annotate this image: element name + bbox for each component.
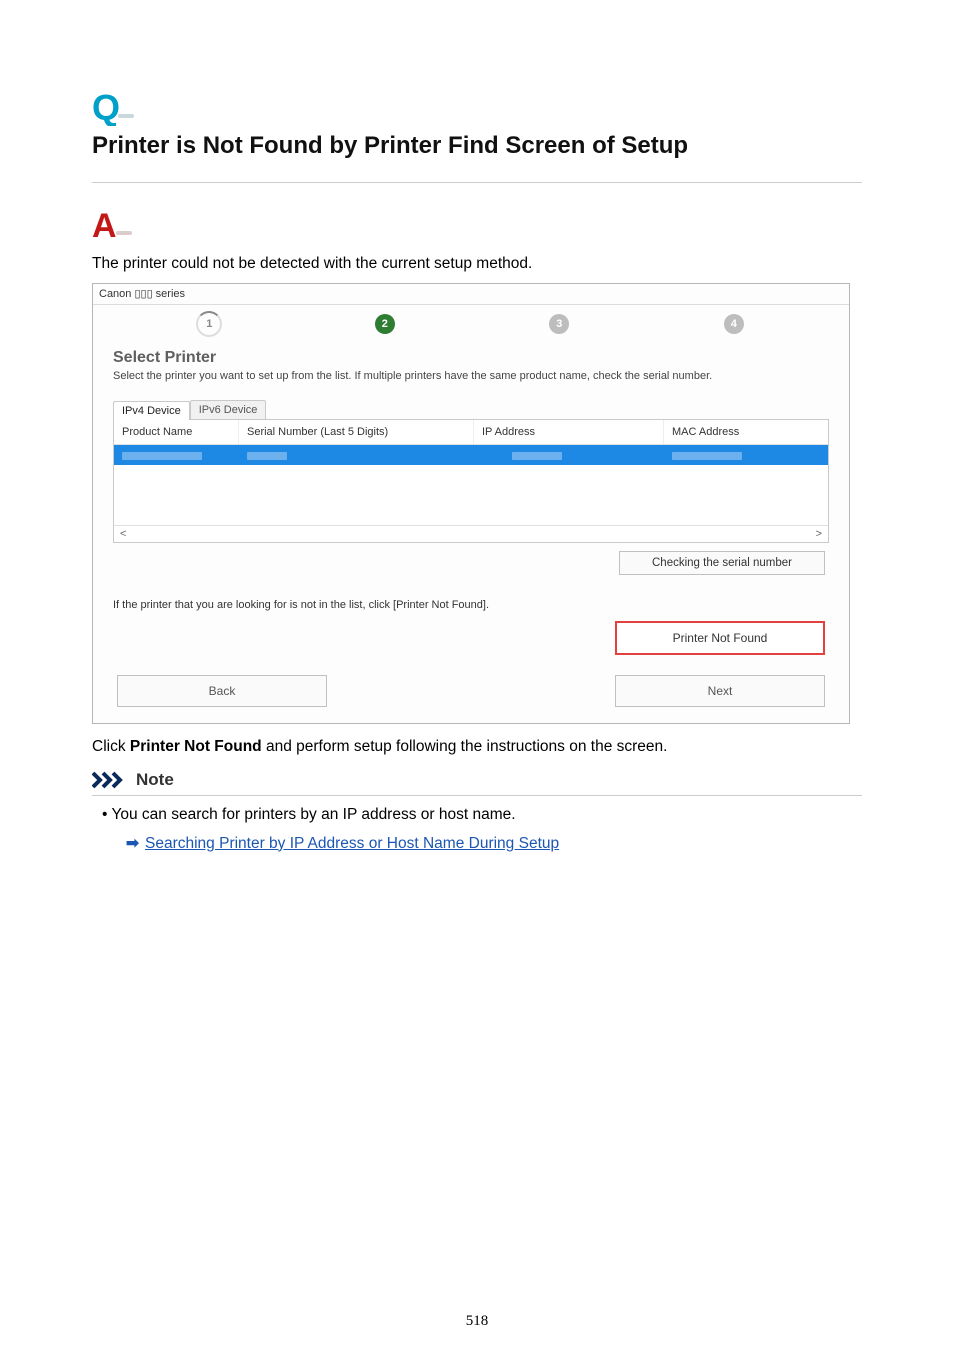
answer-icon: A <box>92 209 862 243</box>
printer-not-found-button[interactable]: Printer Not Found <box>615 621 825 655</box>
step-4: 4 <box>724 314 744 334</box>
setup-window: Canon ▯▯▯ series 1 2 3 4 Select Printer … <box>92 283 850 724</box>
tab-ipv4[interactable]: IPv4 Device <box>113 401 190 420</box>
window-title: Canon ▯▯▯ series <box>93 284 849 305</box>
checking-serial-button[interactable]: Checking the serial number <box>619 551 825 575</box>
search-by-ip-link[interactable]: Searching Printer by IP Address or Host … <box>145 835 559 853</box>
col-ip[interactable]: IP Address <box>474 420 664 444</box>
tab-ipv6[interactable]: IPv6 Device <box>190 400 267 419</box>
post-instruction: Click Printer Not Found and perform setu… <box>92 738 862 756</box>
note-heading: Note <box>92 770 862 796</box>
table-row[interactable] <box>114 445 828 465</box>
page-title: Printer is Not Found by Printer Find Scr… <box>92 132 862 160</box>
wizard-stepper: 1 2 3 4 <box>111 309 831 345</box>
arrow-right-icon: ➡ <box>126 834 139 853</box>
divider <box>92 182 862 183</box>
next-button[interactable]: Next <box>615 675 825 707</box>
printer-table: Product Name Serial Number (Last 5 Digit… <box>113 419 829 543</box>
back-button[interactable]: Back <box>117 675 327 707</box>
page-number: 518 <box>0 1313 954 1360</box>
scroll-right-icon[interactable]: > <box>810 526 828 542</box>
col-product-name[interactable]: Product Name <box>114 420 239 444</box>
step-1: 1 <box>198 313 220 335</box>
note-label: Note <box>136 770 174 790</box>
step-3: 3 <box>549 314 569 334</box>
device-tabs: IPv4 Device IPv6 Device <box>113 400 831 419</box>
scroll-left-icon[interactable]: < <box>114 526 132 542</box>
select-printer-heading: Select Printer <box>113 349 831 367</box>
select-printer-subtitle: Select the printer you want to set up fr… <box>113 370 831 382</box>
printer-not-found-hint: If the printer that you are looking for … <box>113 599 831 611</box>
question-icon: Q <box>92 90 862 126</box>
note-chevrons-icon <box>92 771 128 789</box>
note-bullet: You can search for printers by an IP add… <box>102 806 862 824</box>
svg-text:A: A <box>92 209 117 243</box>
svg-text:Q: Q <box>92 90 120 126</box>
horizontal-scrollbar[interactable]: < > <box>114 525 828 542</box>
col-mac[interactable]: MAC Address <box>664 420 828 444</box>
step-2: 2 <box>375 314 395 334</box>
col-serial[interactable]: Serial Number (Last 5 Digits) <box>239 420 474 444</box>
intro-text: The printer could not be detected with t… <box>92 255 862 273</box>
